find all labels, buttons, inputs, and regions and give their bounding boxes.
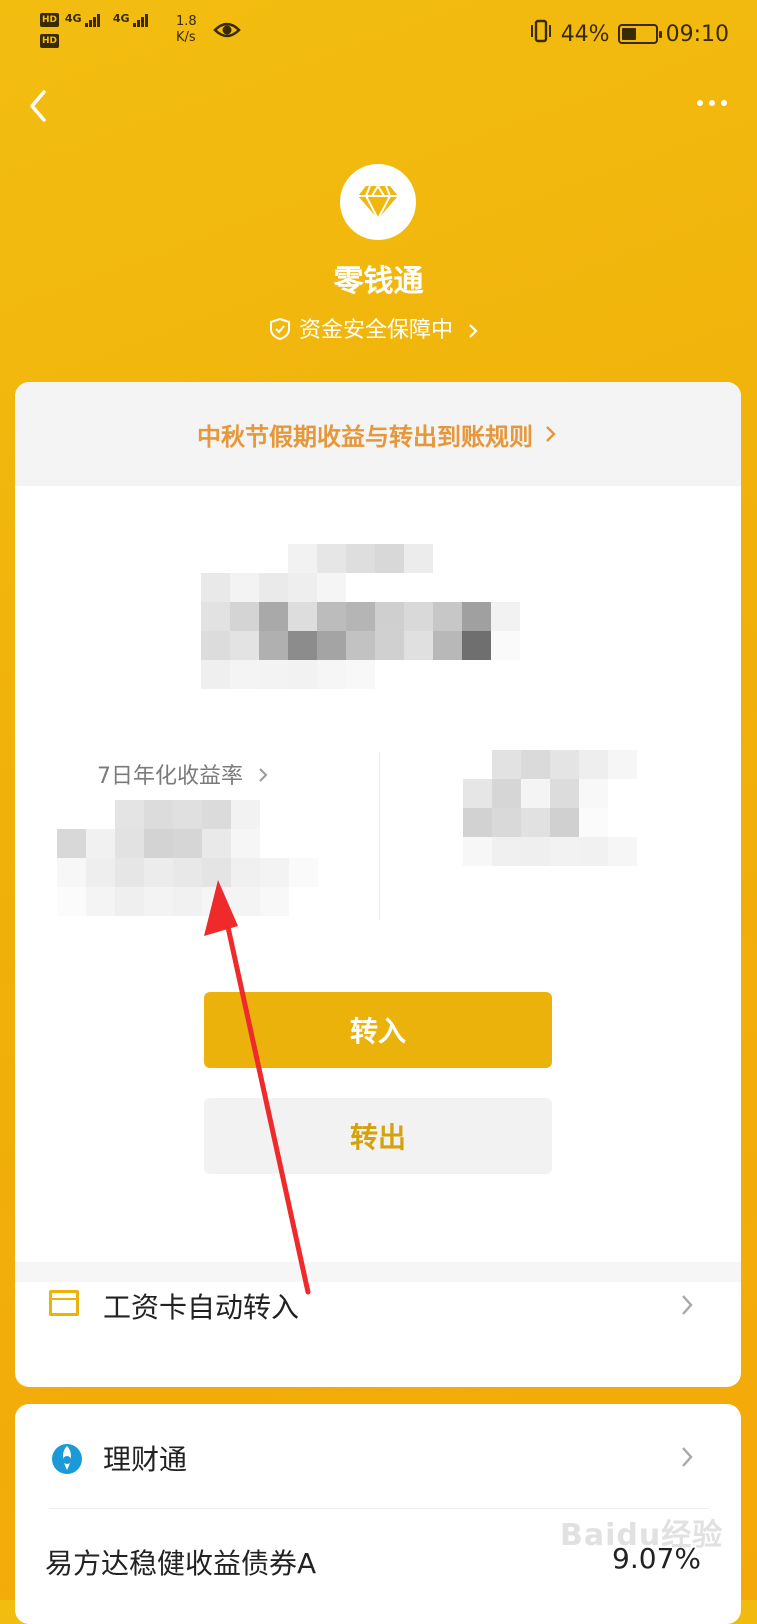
rate-link[interactable]: 7日年化收益率: [97, 758, 270, 790]
licaitong-logo-icon: [52, 1444, 82, 1474]
section-divider: [15, 1262, 741, 1282]
signal-bars-1-icon: [85, 13, 101, 27]
licaitong-row[interactable]: 理财通: [15, 1404, 741, 1508]
transfer-in-button[interactable]: 转入: [204, 992, 552, 1068]
more-dot-icon: [709, 100, 715, 106]
safety-label: 资金安全保障中: [298, 318, 453, 343]
holiday-notice-link[interactable]: 中秋节假期收益与转出到账规则: [15, 382, 741, 486]
speed-value: 1.8: [176, 14, 197, 29]
more-button[interactable]: [697, 100, 727, 106]
battery-percent: 44%: [560, 21, 610, 47]
battery-fill: [621, 28, 636, 40]
balance-amount-obscured: [201, 544, 520, 689]
hd-badge-2: HD: [40, 34, 60, 48]
transfer-out-button[interactable]: 转出: [204, 1098, 552, 1174]
chevron-right-icon: [546, 426, 556, 442]
hd-badge-1: HD: [40, 13, 60, 27]
salary-auto-transfer-row[interactable]: 工资卡自动转入: [15, 1282, 741, 1387]
back-button[interactable]: [24, 86, 54, 130]
earnings-value-obscured: [463, 750, 637, 866]
more-dot-icon: [697, 100, 703, 106]
signal-bars-2-icon: [133, 13, 149, 27]
safety-link[interactable]: 资金安全保障中: [0, 312, 757, 344]
stats-divider: [379, 752, 380, 920]
clock: 09:10: [665, 21, 729, 47]
network-type-1: 4G: [64, 12, 82, 25]
app-logo: [340, 164, 416, 240]
chevron-right-icon: [259, 768, 268, 782]
shield-check-icon: [269, 317, 290, 341]
rate-value-obscured: [57, 800, 318, 916]
status-right: 44% 09:10: [529, 18, 729, 50]
network-type-2: 4G: [112, 12, 130, 25]
chevron-right-icon: [469, 324, 478, 338]
watermark-text: Baidu经验: [560, 1518, 724, 1553]
signal-indicators: HD 4G 4G HD: [40, 12, 149, 48]
fund-name[interactable]: 易方达稳健收益债券A: [45, 1542, 316, 1582]
baidu-watermark: Baidu经验: [560, 1500, 750, 1560]
eye-icon: [213, 20, 241, 44]
card-icon: [49, 1290, 79, 1316]
chevron-left-icon: [30, 90, 46, 122]
page-title: 零钱通: [333, 264, 424, 299]
battery-icon: [617, 24, 662, 44]
network-speed: 1.8 K/s: [176, 14, 197, 46]
speed-unit: K/s: [176, 30, 196, 45]
chevron-right-icon: [682, 1295, 693, 1315]
section-label: 理财通: [103, 1443, 188, 1476]
more-dot-icon: [721, 100, 727, 106]
chevron-right-icon: [682, 1447, 693, 1467]
rate-label: 7日年化收益率: [97, 764, 243, 789]
balance-card: 中秋节假期收益与转出到账规则 7日年化收益率 转入 转出 工资卡自动转入: [15, 382, 741, 1387]
diamond-icon: [358, 185, 398, 222]
salary-label: 工资卡自动转入: [103, 1291, 300, 1324]
vibrate-icon: [529, 18, 553, 50]
notice-text: 中秋节假期收益与转出到账规则: [197, 422, 533, 451]
status-bar: HD 4G 4G HD 1.8 K/s 44% 09:10: [0, 0, 757, 64]
